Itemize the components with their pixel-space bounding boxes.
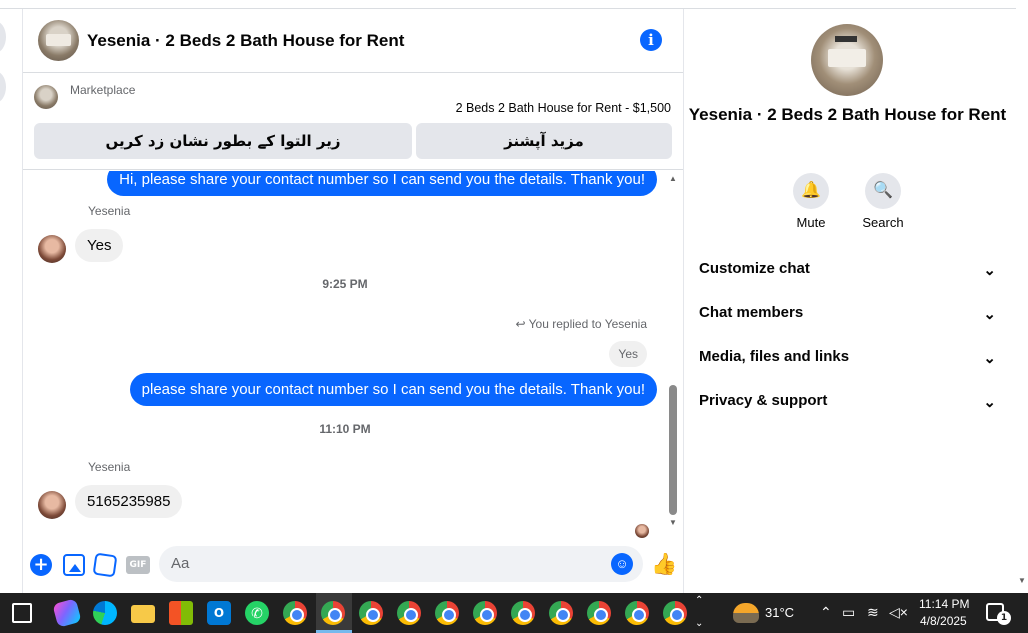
chat-header: Yesenia · 2 Beds 2 Bath House for Rent i xyxy=(23,9,683,73)
reply-icon: ↩ xyxy=(515,317,529,331)
sidebar-conversation-avatar[interactable] xyxy=(0,71,6,103)
marketplace-label: Marketplace xyxy=(70,83,136,97)
chrome-icon[interactable] xyxy=(625,601,649,625)
details-scroll-down-arrow[interactable]: ▼ xyxy=(1016,576,1028,586)
message-sender: Yesenia xyxy=(88,204,131,218)
chrome-icon[interactable] xyxy=(549,601,573,625)
section-label: Media, files and links xyxy=(699,348,850,365)
mark-as-pending-button[interactable]: زیر التوا کے بطور نشان زد کریں xyxy=(34,123,412,159)
sidebar-conversation-avatar[interactable] xyxy=(0,21,6,53)
section-label: Privacy & support xyxy=(699,392,828,409)
emoji-icon[interactable]: ☺ xyxy=(611,553,633,575)
scroll-down-arrow[interactable]: ▼ xyxy=(668,518,678,528)
chrome-icon[interactable] xyxy=(511,601,535,625)
chat-scrollbar[interactable]: ▲ ▼ xyxy=(666,171,680,541)
details-title: Yesenia · 2 Beds 2 Bath House for Rent xyxy=(688,105,1007,124)
message-input-placeholder: Aa xyxy=(171,555,190,572)
section-chat-members[interactable]: Chat members ⌄ xyxy=(699,304,996,326)
message-input[interactable]: Aa ☺ xyxy=(159,546,643,582)
weather-icon[interactable] xyxy=(733,603,759,623)
left-sidebar-edge xyxy=(0,9,22,593)
chrome-icon[interactable] xyxy=(587,601,611,625)
marketplace-listing-panel: Marketplace 2 Beds 2 Bath House for Rent… xyxy=(23,74,683,170)
message-sender: Yesenia xyxy=(88,460,131,474)
search-button[interactable]: 🔍 Search xyxy=(853,173,913,230)
microsoft-store-icon[interactable] xyxy=(169,601,193,625)
search-icon: 🔍 xyxy=(865,173,901,209)
chrome-icon[interactable] xyxy=(435,601,459,625)
file-explorer-icon[interactable] xyxy=(131,605,155,623)
taskbar-scroll-down-icon[interactable]: ⌄ xyxy=(695,618,703,629)
mute-button[interactable]: 🔔 Mute xyxy=(781,173,841,230)
section-label: Customize chat xyxy=(699,260,810,277)
scroll-up-arrow[interactable]: ▲ xyxy=(668,174,678,184)
volume-muted-icon[interactable]: ◁× xyxy=(889,604,908,621)
conversation-details-panel: Yesenia · 2 Beds 2 Bath House for Rent 🔔… xyxy=(685,9,1028,593)
sender-avatar[interactable] xyxy=(38,235,66,263)
section-customize-chat[interactable]: Customize chat ⌄ xyxy=(699,260,996,282)
messenger-window: Yesenia · 2 Beds 2 Bath House for Rent i… xyxy=(0,0,1028,593)
mute-label: Mute xyxy=(796,215,826,230)
message-timestamp: 9:25 PM xyxy=(322,277,368,291)
outgoing-message[interactable]: please share your contact number so I ca… xyxy=(129,373,657,406)
search-label: Search xyxy=(862,215,904,230)
sticker-icon[interactable] xyxy=(92,552,118,578)
seen-receipt-avatar xyxy=(635,524,649,538)
reply-context-text: You replied to Yesenia xyxy=(528,317,647,331)
section-media-files-links[interactable]: Media, files and links ⌄ xyxy=(699,348,996,370)
outgoing-message[interactable]: Hi, please share your contact number so … xyxy=(107,171,657,196)
clock-date[interactable]: 4/8/2025 xyxy=(920,614,967,628)
reply-context-label: ↩ You replied to Yesenia xyxy=(515,317,647,331)
listing-title-price[interactable]: 2 Beds 2 Bath House for Rent - $1,500 xyxy=(456,101,671,115)
message-thread[interactable]: Hi, please share your contact number so … xyxy=(23,171,683,541)
windows-taskbar: O ✆ ⌃ ⌄ 31°C ⌃ ▭ ≋ ◁× 11:14 PM 4/8/2025 … xyxy=(0,593,1028,633)
taskbar-scroll-up-icon[interactable]: ⌃ xyxy=(695,595,703,606)
chrome-icon[interactable] xyxy=(663,601,687,625)
plus-icon[interactable]: + xyxy=(30,554,52,576)
chevron-down-icon: ⌄ xyxy=(983,306,996,323)
conversation-title[interactable]: Yesenia · 2 Beds 2 Bath House for Rent xyxy=(87,31,404,51)
battery-icon[interactable]: ▭ xyxy=(842,604,855,621)
whatsapp-icon[interactable]: ✆ xyxy=(245,601,269,625)
bell-icon: 🔔 xyxy=(793,173,829,209)
chrome-icon[interactable] xyxy=(359,601,383,625)
incoming-message[interactable]: 5165235985 xyxy=(75,485,183,518)
message-composer: + GIF Aa ☺ 👍 xyxy=(23,541,683,593)
info-icon[interactable]: i xyxy=(640,29,662,51)
listing-thumbnail[interactable] xyxy=(34,85,58,109)
copilot-icon[interactable] xyxy=(52,598,82,628)
chrome-icon[interactable] xyxy=(397,601,421,625)
notification-count: 1 xyxy=(997,611,1011,625)
scroll-thumb[interactable] xyxy=(669,385,677,515)
section-label: Chat members xyxy=(699,304,804,321)
chrome-icon[interactable] xyxy=(473,601,497,625)
task-view-icon[interactable] xyxy=(12,603,32,623)
wifi-icon[interactable]: ≋ xyxy=(867,604,879,621)
message-timestamp: 11:10 PM xyxy=(319,422,371,436)
details-avatar[interactable] xyxy=(811,24,883,96)
gif-icon[interactable]: GIF xyxy=(126,556,150,574)
sender-avatar[interactable] xyxy=(38,491,66,519)
edge-icon[interactable] xyxy=(93,601,117,625)
chevron-down-icon: ⌄ xyxy=(983,394,996,411)
chat-panel: Yesenia · 2 Beds 2 Bath House for Rent i… xyxy=(22,9,684,593)
thumbs-up-icon[interactable]: 👍 xyxy=(651,553,677,577)
more-options-button[interactable]: مزید آپشنز xyxy=(416,123,672,159)
chrome-icon[interactable] xyxy=(321,601,345,625)
chevron-down-icon: ⌄ xyxy=(983,262,996,279)
quoted-message[interactable]: Yes xyxy=(609,341,647,367)
clock-time[interactable]: 11:14 PM xyxy=(919,597,969,611)
gallery-icon[interactable] xyxy=(63,554,85,576)
temperature[interactable]: 31°C xyxy=(765,605,794,620)
chrome-icon[interactable] xyxy=(283,601,307,625)
chevron-down-icon: ⌄ xyxy=(983,350,996,367)
outlook-icon[interactable]: O xyxy=(207,601,231,625)
incoming-message[interactable]: Yes xyxy=(75,229,124,262)
hidden-icons-chevron-icon[interactable]: ⌃ xyxy=(820,604,832,621)
section-privacy-support[interactable]: Privacy & support ⌄ xyxy=(699,392,996,414)
conversation-avatar[interactable] xyxy=(38,20,79,61)
